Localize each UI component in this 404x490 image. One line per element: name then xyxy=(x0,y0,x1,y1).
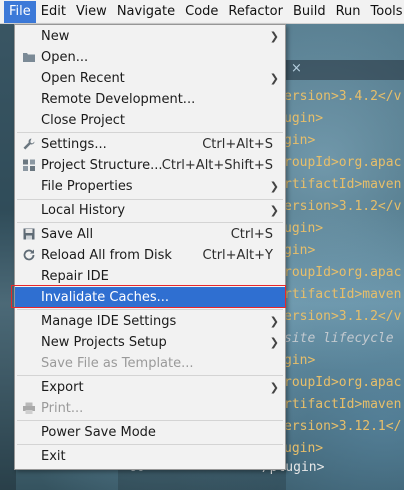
menu-item-power-save-mode[interactable]: Power Save Mode xyxy=(15,422,285,443)
file-menu-dropdown: New ❯ Open... Open Recent ❯ Remote Devel… xyxy=(14,24,286,470)
menu-item-file-properties[interactable]: File Properties ❯ xyxy=(15,176,285,197)
menu-item-remote-development[interactable]: Remote Development... xyxy=(15,89,285,110)
code-line[interactable]: ugin> xyxy=(284,438,323,460)
menu-item-open-recent[interactable]: Open Recent ❯ xyxy=(15,68,285,89)
menu-file[interactable]: File xyxy=(4,0,36,23)
menu-run[interactable]: Run xyxy=(331,1,366,23)
code-line[interactable]: gin> xyxy=(284,130,315,152)
code-line[interactable]: ugin> xyxy=(284,218,323,240)
chevron-right-icon: ❯ xyxy=(269,336,279,349)
reload-icon xyxy=(23,249,35,261)
menu-item-local-history[interactable]: Local History ❯ xyxy=(15,200,285,221)
chevron-right-icon: ❯ xyxy=(269,381,279,394)
menu-edit[interactable]: Edit xyxy=(36,1,71,23)
menu-navigate[interactable]: Navigate xyxy=(112,1,180,23)
chevron-right-icon: ❯ xyxy=(269,30,279,43)
code-line[interactable]: rtifactId>maven xyxy=(284,394,401,416)
menu-build[interactable]: Build xyxy=(288,1,331,23)
code-line[interactable]: site lifecycle xyxy=(284,328,394,350)
code-line[interactable]: rtifactId>maven xyxy=(284,174,401,196)
shortcut-label: Ctrl+S xyxy=(230,227,273,242)
menu-separator xyxy=(17,420,283,421)
code-line[interactable]: roupId>org.apac xyxy=(284,152,401,174)
project-structure-icon xyxy=(23,159,35,171)
tab-close-icon[interactable]: × xyxy=(291,61,302,76)
menu-code[interactable]: Code xyxy=(180,1,223,23)
code-line[interactable]: gin> xyxy=(284,240,315,262)
menu-item-exit[interactable]: Exit xyxy=(15,446,285,467)
shortcut-label: Ctrl+Alt+Shift+S xyxy=(161,158,273,173)
code-line[interactable]: ersion>3.12.1</ xyxy=(284,416,401,438)
menu-bar: File Edit View Navigate Code Refactor Bu… xyxy=(0,0,404,24)
menu-separator xyxy=(17,222,283,223)
code-line[interactable]: gin> xyxy=(284,350,315,372)
shortcut-label: Ctrl+Alt+S xyxy=(202,137,273,152)
code-line[interactable]: ersion>3.1.2</v xyxy=(284,306,401,328)
menu-separator xyxy=(17,309,283,310)
menu-separator xyxy=(17,132,283,133)
menu-item-project-structure[interactable]: Project Structure... Ctrl+Alt+Shift+S xyxy=(15,155,285,176)
menu-item-open[interactable]: Open... xyxy=(15,47,285,68)
menu-view[interactable]: View xyxy=(71,1,112,23)
menu-tools[interactable]: Tools xyxy=(366,1,404,23)
highlight-frame xyxy=(11,285,286,308)
menu-item-reload-all[interactable]: Reload All from Disk Ctrl+Alt+Y xyxy=(15,245,285,266)
code-line[interactable]: rtifactId>maven xyxy=(284,284,401,306)
menu-item-print[interactable]: Print... xyxy=(15,398,285,419)
chevron-right-icon: ❯ xyxy=(269,72,279,85)
menu-item-settings[interactable]: Settings... Ctrl+Alt+S xyxy=(15,134,285,155)
menu-item-close-project[interactable]: Close Project xyxy=(15,110,285,131)
menu-item-repair-ide[interactable]: Repair IDE xyxy=(15,266,285,287)
chevron-right-icon: ❯ xyxy=(269,204,279,217)
menu-separator xyxy=(17,375,283,376)
menu-item-save-file-as-template[interactable]: Save File as Template... xyxy=(15,353,285,374)
menu-item-new-projects-setup[interactable]: New Projects Setup ❯ xyxy=(15,332,285,353)
code-line[interactable]: ersion>3.4.2</v xyxy=(284,86,401,108)
printer-icon xyxy=(23,402,35,414)
code-line[interactable]: ugin> xyxy=(284,108,323,130)
menu-item-export[interactable]: Export ❯ xyxy=(15,377,285,398)
shortcut-label: Ctrl+Alt+Y xyxy=(202,248,273,263)
code-line[interactable]: roupId>org.apac xyxy=(284,372,401,394)
menu-separator xyxy=(17,444,283,445)
folder-icon xyxy=(23,53,35,62)
wrench-icon xyxy=(23,138,35,150)
menu-refactor[interactable]: Refactor xyxy=(223,1,288,23)
menu-item-manage-ide-settings[interactable]: Manage IDE Settings ❯ xyxy=(15,311,285,332)
menu-item-new[interactable]: New ❯ xyxy=(15,26,285,47)
menu-item-save-all[interactable]: Save All Ctrl+S xyxy=(15,224,285,245)
save-icon xyxy=(23,228,35,240)
chevron-right-icon: ❯ xyxy=(269,180,279,193)
code-line[interactable]: roupId>org.apac xyxy=(284,262,401,284)
code-line[interactable]: ersion>3.1.2</v xyxy=(284,196,401,218)
chevron-right-icon: ❯ xyxy=(269,315,279,328)
